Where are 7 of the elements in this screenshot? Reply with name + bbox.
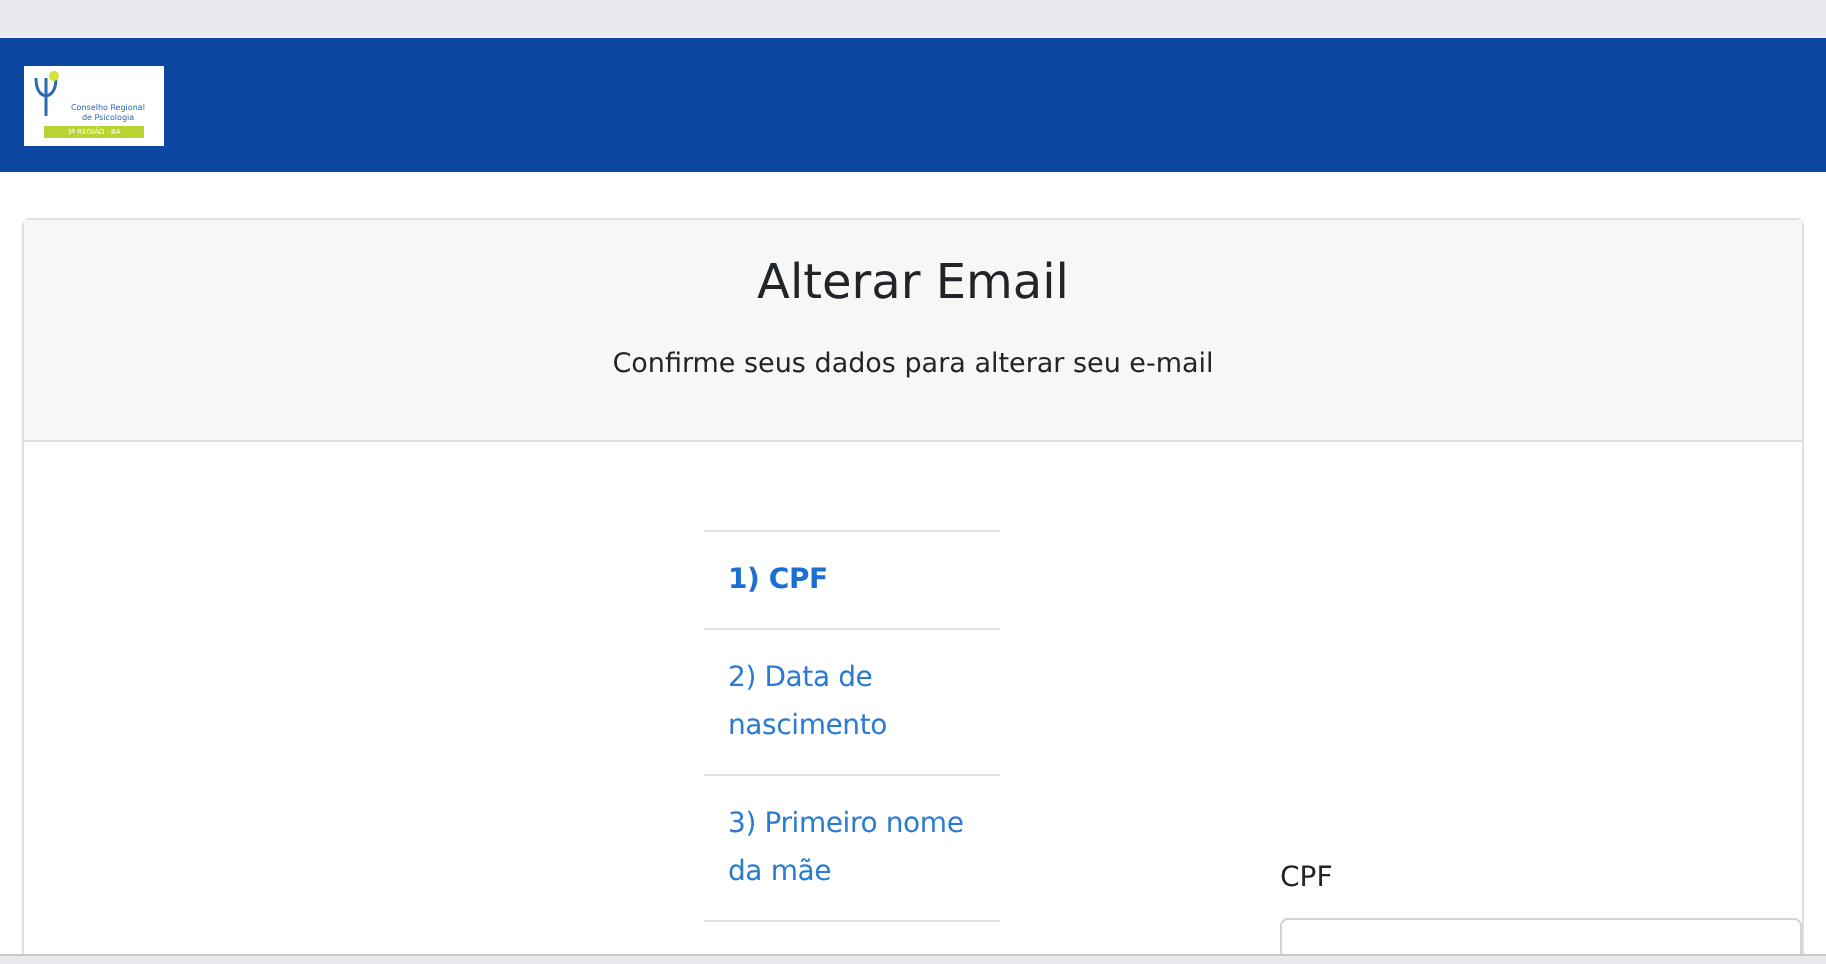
page-subtitle: Confirme seus dados para alterar seu e-mail [612,348,1214,380]
page-title: Alterar Email [757,252,1069,314]
step-link[interactable]: 1) CPF [704,530,1000,628]
field-label: CPF [1280,860,1335,898]
step-link[interactable]: 2) Data de nascimento [704,628,1000,774]
psi-icon [32,70,60,118]
step-link[interactable]: 3) Primeiro nome da mãe [704,774,1000,922]
